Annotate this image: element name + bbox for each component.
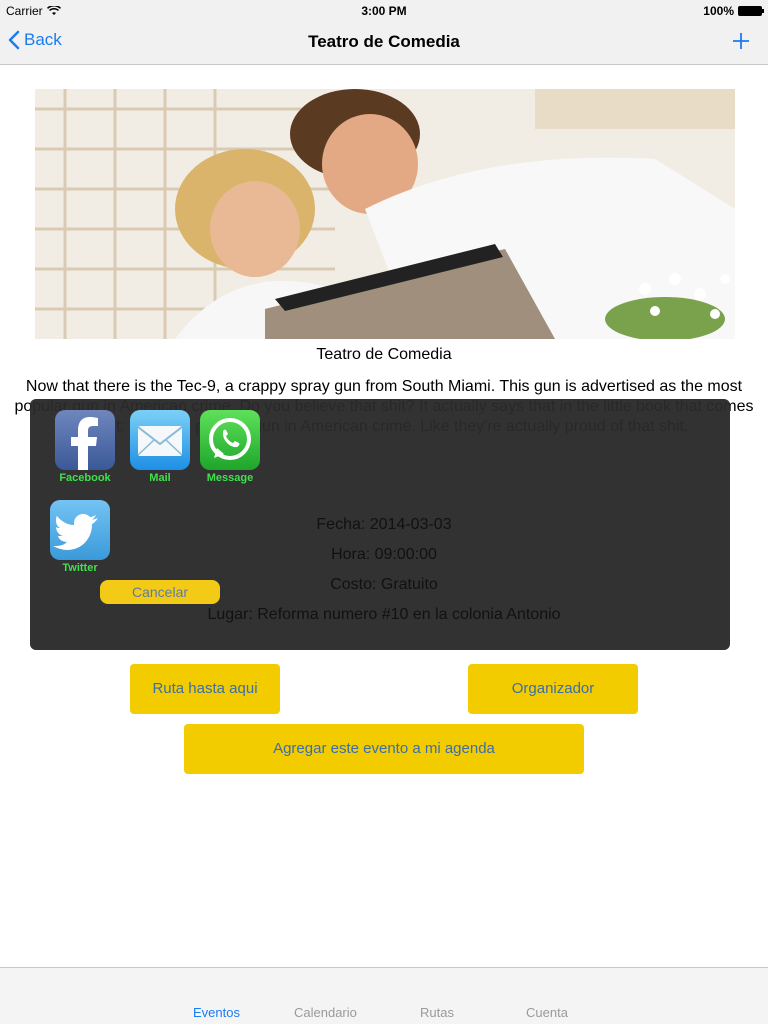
share-label: Mail (149, 472, 171, 484)
whatsapp-icon (200, 410, 260, 470)
battery-percent: 100% (703, 4, 734, 18)
share-label: Message (206, 472, 254, 484)
share-mail-button[interactable]: Mail (120, 410, 200, 484)
page-title: Teatro de Comedia (308, 32, 460, 51)
share-facebook-button[interactable]: Facebook (45, 410, 125, 484)
tab-eventos[interactable]: Eventos (193, 1005, 240, 1020)
tab-cuenta[interactable]: Cuenta (526, 1005, 568, 1020)
add-to-agenda-button[interactable]: Agregar este evento a mi agenda (184, 724, 584, 774)
share-label: Facebook (59, 472, 111, 484)
twitter-icon (50, 500, 110, 560)
tab-bar: Eventos Calendario Rutas Cuenta (0, 967, 768, 1024)
cancel-share-button[interactable]: Cancelar (100, 580, 220, 604)
share-message-button[interactable]: Message (190, 410, 270, 484)
event-location: Lugar: Reforma numero #10 en la colonia … (207, 606, 561, 623)
share-label: Twitter (62, 562, 98, 574)
battery-icon (738, 6, 764, 16)
share-twitter-button[interactable]: Twitter (40, 500, 120, 574)
status-bar: Carrier 3:00 PM 100% (0, 0, 768, 20)
tab-calendario[interactable]: Calendario (294, 1005, 357, 1020)
plus-icon (733, 33, 749, 49)
facebook-icon (55, 410, 115, 470)
event-detail-screen: Carrier 3:00 PM 100% Back Teatro de Come… (0, 0, 768, 1024)
navigation-bar: Back Teatro de Comedia (0, 20, 768, 65)
add-button[interactable] (732, 28, 750, 54)
event-photo (35, 89, 735, 339)
status-time: 3:00 PM (361, 4, 407, 18)
organizer-button[interactable]: Organizador (468, 664, 638, 714)
image-caption: Teatro de Comedia (316, 346, 452, 363)
tab-rutas[interactable]: Rutas (420, 1005, 454, 1020)
battery-indicator: 100% (703, 4, 764, 18)
mail-icon (130, 410, 190, 470)
route-button[interactable]: Ruta hasta aqui (130, 664, 280, 714)
